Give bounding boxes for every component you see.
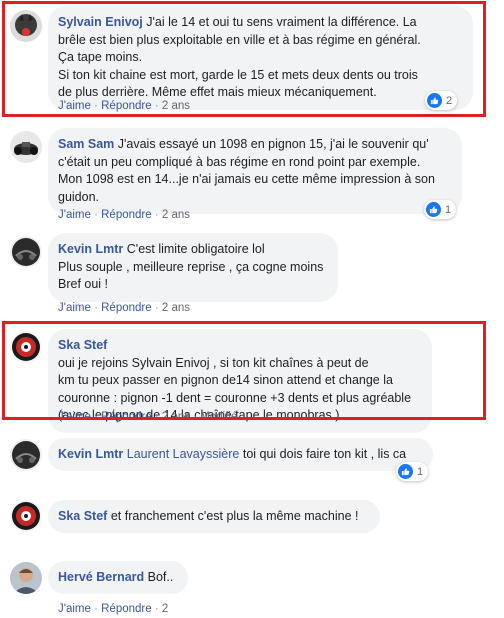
comment-author[interactable]: Ska Stef [58,509,107,523]
comment-text: brêle est bien plus exploitable en ville… [58,32,421,47]
separator: · [154,209,159,221]
reaction-number: 2 [446,94,453,107]
comment-text: oui je rejoins Sylvain Enivoj , si ton k… [58,355,369,370]
reaction-number: 1 [417,465,424,478]
comment-actions: J'aime · Répondre · 2 ans [58,100,190,112]
reaction-number: 1 [445,203,452,216]
comment-text: C'est limite obligatoire lol [126,242,265,256]
comment-author[interactable]: Sam Sam [58,137,114,151]
separator: · [94,302,98,314]
comment-bubble: Sylvain Enivoj J'ai le 14 et oui tu sens… [48,6,473,110]
comment-author[interactable]: Hervé Bernard [58,570,144,584]
comment-text: km tu peux passer en pignon de14 sinon a… [58,373,393,387]
edited-label[interactable]: Modifié [200,411,237,423]
reply-button[interactable]: Répondre [101,100,152,112]
comment-author[interactable]: Kevin Lmtr [58,242,123,256]
reply-button[interactable]: Répondre [101,603,152,615]
reply-button[interactable]: Répondre [101,302,152,314]
comment-text: c'était un peu compliqué à bas régime en… [58,154,421,169]
comment-author[interactable]: Ska Stef [58,338,107,352]
comment-text: J'ai le 14 et oui tu sens vraiment la di… [146,15,417,29]
reply-button[interactable]: Répondre [101,411,152,423]
comment-text: guidon. [58,189,100,204]
avatar[interactable] [10,562,42,594]
comment-bubble: Hervé Bernard Bof.. [48,561,188,594]
avatar[interactable] [10,500,42,532]
like-button[interactable]: J'aime [58,603,91,615]
comment-bubble: Ska Stef et franchement c'est plus la mê… [48,500,380,533]
separator: · [94,411,98,423]
comment-actions: J'aime · Répondre · 2 [58,603,168,615]
avatar[interactable] [10,10,42,42]
reaction-count[interactable]: 2 [425,91,458,110]
like-icon [426,202,441,217]
timestamp[interactable]: 2 ans [162,302,190,314]
timestamp[interactable]: 2 ans [162,411,190,423]
like-button[interactable]: J'aime [58,100,91,112]
comment-actions: J'aime · Répondre · 2 ans [58,302,190,314]
timestamp[interactable]: 2 ans [162,100,190,112]
comment-bubble: Kevin Lmtr C'est limite obligatoire lol … [48,233,338,302]
separator: · [94,209,98,221]
like-icon [427,93,442,108]
separator: · [154,100,159,112]
avatar[interactable] [10,131,42,163]
separator: · [94,603,98,615]
comment-actions: J'aime · Répondre · 2 ans · Modifié [58,411,237,423]
separator: · [94,100,98,112]
comment-bubble: Kevin Lmtr Laurent Lavayssière toi qui d… [48,438,433,471]
comment-text: toi qui dois faire ton kit , lis ca [242,447,407,461]
avatar[interactable] [10,331,42,363]
timestamp[interactable]: 2 ans [162,209,190,221]
timestamp[interactable]: 2 [162,603,168,615]
comment-author[interactable]: Kevin Lmtr [58,447,123,461]
like-icon [398,464,413,479]
like-button[interactable]: J'aime [58,209,91,221]
separator: · [154,411,159,423]
comment-actions: J'aime · Répondre · 2 ans [58,209,190,221]
comment-text: J'avais essayé un 1098 en pignon 15, j'a… [117,137,429,151]
mention-link[interactable]: Laurent Lavayssière [127,447,240,461]
separator: · [154,302,159,314]
comment-text: Bof.. [147,570,174,584]
separator: · [154,603,159,615]
reaction-count[interactable]: 1 [424,200,457,219]
reply-button[interactable]: Répondre [101,209,152,221]
comment-text: couronne : pignon -1 dent = couronne +3 … [58,390,412,405]
comment-author[interactable]: Sylvain Enivoj [58,15,143,29]
comment-text: de plus derrière. Même effet mais mieux … [58,85,377,99]
comment-text: Bref oui ! [58,277,109,291]
comment-text: Si ton kit chaine est mort, garde le 15 … [58,67,418,82]
separator: · [193,411,198,423]
comment-text: et franchement c'est plus la même machin… [110,509,359,523]
comment-text: Plus souple , meilleure reprise , ça cog… [58,259,324,274]
comment-text: Mon 1098 est en 14...je n'ai jamais eu c… [58,172,435,186]
comment-text: Ça tape moins. [58,50,143,64]
comment-bubble: Sam Sam J'avais essayé un 1098 en pignon… [48,128,462,214]
like-button[interactable]: J'aime [58,302,91,314]
reaction-count[interactable]: 1 [396,462,429,481]
avatar[interactable] [10,439,42,471]
like-button[interactable]: J'aime [58,411,91,423]
avatar[interactable] [10,236,42,268]
